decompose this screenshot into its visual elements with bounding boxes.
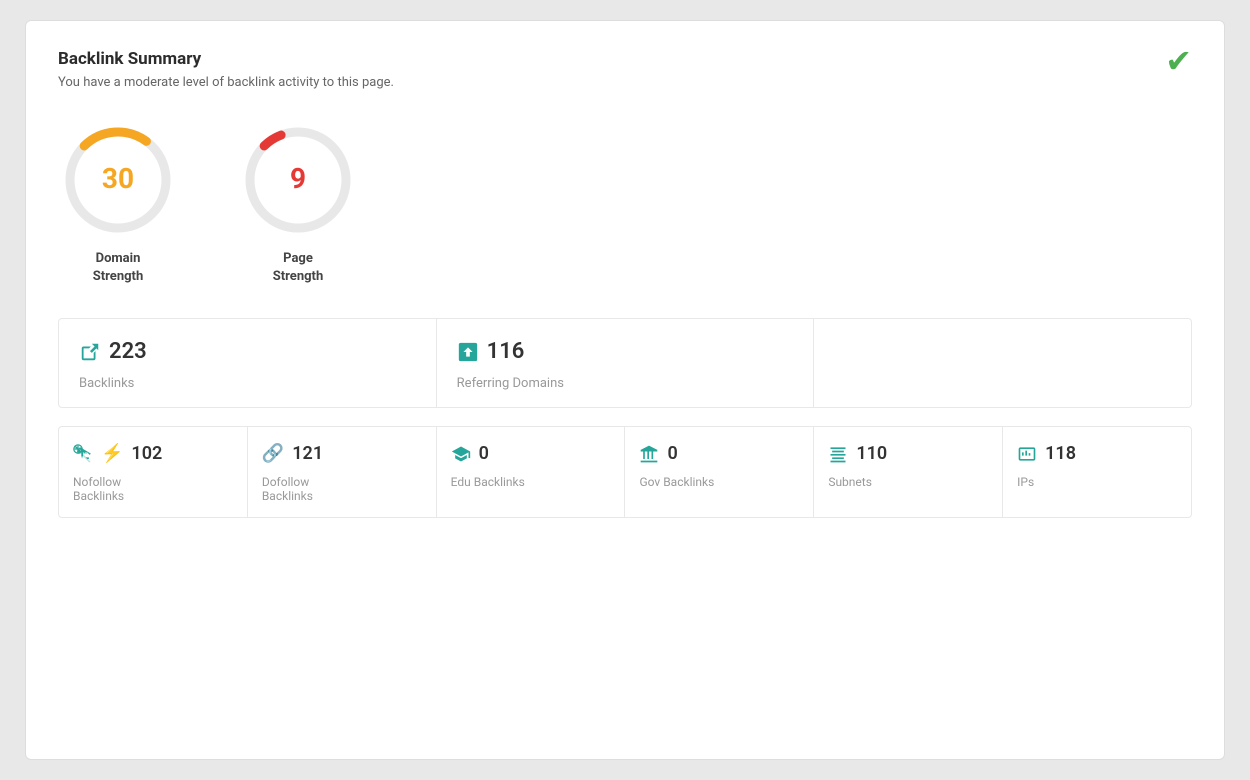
dofollow-top: 🔗 121 [262, 443, 323, 464]
domain-strength-value: 30 [102, 162, 134, 195]
nofollow-top: ⚡ 102 [73, 443, 162, 464]
gov-number: 0 [667, 443, 677, 464]
subnets-top: 110 [828, 443, 887, 464]
dofollow-backlinks-cell[interactable]: 🔗 121 DofollowBacklinks [248, 427, 437, 517]
referring-domains-cell[interactable]: 116 Referring Domains [437, 319, 815, 407]
ips-top: 118 [1017, 443, 1076, 464]
referring-domains-icon [457, 341, 479, 363]
dofollow-icon: 🔗 [262, 443, 284, 464]
external-link-icon [79, 341, 101, 363]
referring-domains-label: Referring Domains [457, 376, 564, 391]
backlinks-cell[interactable]: 223 Backlinks [59, 319, 437, 407]
nofollow-icon [73, 444, 93, 464]
ips-number: 118 [1045, 443, 1076, 464]
subnets-cell[interactable]: 110 Subnets [814, 427, 1003, 517]
referring-domains-number: 116 [487, 339, 525, 364]
ips-icon [1017, 444, 1037, 464]
subnets-number: 110 [856, 443, 887, 464]
gov-top: 0 [639, 443, 677, 464]
backlinks-number: 223 [109, 339, 147, 364]
card-subtitle: You have a moderate level of backlink ac… [58, 75, 1192, 90]
ips-cell[interactable]: 118 IPs [1003, 427, 1191, 517]
nofollow-backlinks-cell[interactable]: ⚡ 102 NofollowBacklinks [59, 427, 248, 517]
page-strength-label: PageStrength [273, 250, 323, 286]
backlink-summary-card: ✔ Backlink Summary You have a moderate l… [25, 20, 1225, 760]
empty-cell [814, 319, 1191, 407]
status-checkmark-icon: ✔ [1165, 45, 1192, 77]
domain-strength-gauge: 30 DomainStrength [58, 120, 178, 286]
card-title: Backlink Summary [58, 49, 1192, 69]
subnets-label: Subnets [828, 475, 872, 489]
gov-label: Gov Backlinks [639, 475, 714, 489]
page-strength-value: 9 [290, 162, 306, 195]
dofollow-number: 121 [292, 443, 323, 464]
dofollow-label: DofollowBacklinks [262, 475, 313, 503]
nofollow-number: 102 [131, 443, 162, 464]
gauges-row: 30 DomainStrength 9 PageStrength [58, 120, 1192, 286]
referring-domains-top: 116 [457, 339, 525, 364]
edu-label: Edu Backlinks [451, 475, 525, 489]
main-stats-row: 223 Backlinks 116 Referring Domains [58, 318, 1192, 408]
nofollow-label: NofollowBacklinks [73, 475, 124, 503]
page-strength-gauge: 9 PageStrength [238, 120, 358, 286]
domain-strength-label: DomainStrength [93, 250, 143, 286]
edu-icon [451, 444, 471, 464]
edu-backlinks-cell[interactable]: 0 Edu Backlinks [437, 427, 626, 517]
gov-icon [639, 444, 659, 464]
gov-backlinks-cell[interactable]: 0 Gov Backlinks [625, 427, 814, 517]
nofollow-icon-text: ⚡ [101, 443, 123, 464]
ips-label: IPs [1017, 475, 1034, 489]
backlinks-top: 223 [79, 339, 147, 364]
backlinks-label: Backlinks [79, 376, 134, 391]
edu-number: 0 [479, 443, 489, 464]
bottom-stats-row: ⚡ 102 NofollowBacklinks 🔗 121 DofollowBa… [58, 426, 1192, 518]
domain-strength-svg: 30 [58, 120, 178, 240]
edu-top: 0 [451, 443, 489, 464]
page-strength-svg: 9 [238, 120, 358, 240]
subnets-icon [828, 444, 848, 464]
